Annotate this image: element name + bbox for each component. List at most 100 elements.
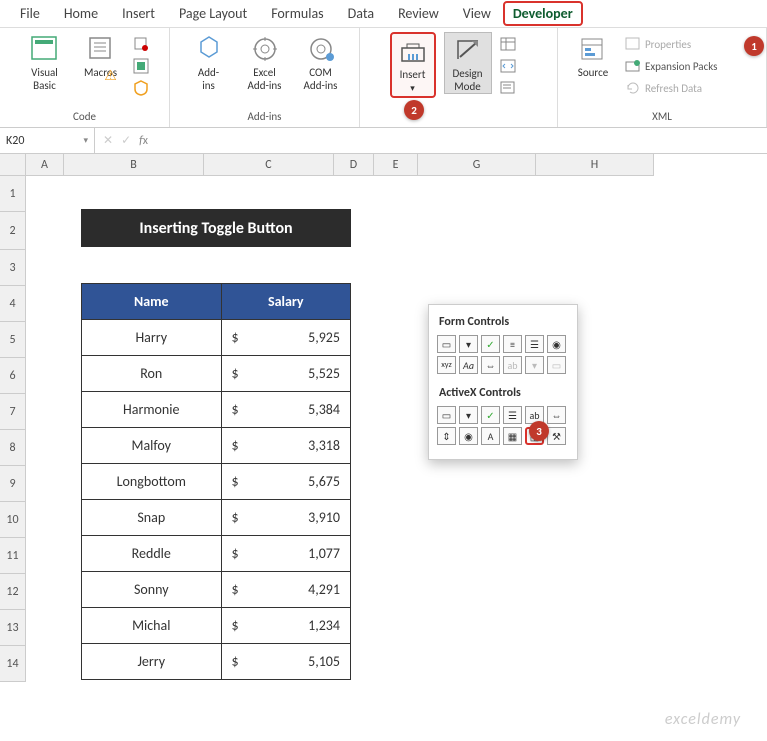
cell-name[interactable]: Jerry bbox=[82, 644, 222, 680]
excel-addins-button[interactable]: Excel Add-ins bbox=[241, 32, 289, 92]
col-header-H[interactable]: H bbox=[536, 154, 654, 176]
col-header-G[interactable]: G bbox=[418, 154, 536, 176]
ax-label-icon[interactable]: A bbox=[481, 427, 500, 445]
cell-salary[interactable]: $5,525 bbox=[221, 356, 350, 392]
ax-more-icon[interactable]: ⚒ bbox=[547, 427, 566, 445]
form-scroll-icon[interactable]: ⇔ bbox=[481, 356, 500, 374]
table-row[interactable]: Sonny$4,291 bbox=[82, 572, 351, 608]
ax-image-icon[interactable]: ▦ bbox=[503, 427, 522, 445]
cell-name[interactable]: Malfoy bbox=[82, 428, 222, 464]
cell-name[interactable]: Sonny bbox=[82, 572, 222, 608]
row-header-13[interactable]: 13 bbox=[0, 610, 26, 646]
run-dialog-button[interactable] bbox=[500, 78, 516, 98]
row-header-4[interactable]: 4 bbox=[0, 286, 26, 322]
addins-button[interactable]: Add- ins bbox=[185, 32, 233, 92]
cell-name[interactable]: Michal bbox=[82, 608, 222, 644]
grid-area[interactable]: Inserting Toggle Button Name Salary Harr… bbox=[26, 176, 767, 682]
row-header-2[interactable]: 2 bbox=[0, 212, 26, 250]
ax-button-icon[interactable]: ▭ bbox=[437, 406, 456, 424]
visual-basic-button[interactable]: Visual Basic bbox=[21, 32, 69, 92]
row-header-11[interactable]: 11 bbox=[0, 538, 26, 574]
form-combo-icon[interactable]: ▾ bbox=[459, 335, 478, 353]
row-header-8[interactable]: 8 bbox=[0, 430, 26, 466]
macro-security-button[interactable] bbox=[133, 78, 149, 98]
cell-salary[interactable]: $1,234 bbox=[221, 608, 350, 644]
table-row[interactable]: Harry$5,925 bbox=[82, 320, 351, 356]
ax-scroll-icon[interactable]: ⇔ bbox=[547, 406, 566, 424]
table-row[interactable]: Ron$5,525 bbox=[82, 356, 351, 392]
cell-salary[interactable]: $3,318 bbox=[221, 428, 350, 464]
form-group-icon[interactable]: xyz bbox=[437, 356, 456, 374]
control-properties-button[interactable] bbox=[500, 34, 516, 54]
table-row[interactable]: Malfoy$3,318 bbox=[82, 428, 351, 464]
refresh-data-button[interactable]: Refresh Data bbox=[625, 78, 755, 98]
cell-salary[interactable]: $5,384 bbox=[221, 392, 350, 428]
col-header-E[interactable]: E bbox=[374, 154, 418, 176]
table-row[interactable]: Harmonie$5,384 bbox=[82, 392, 351, 428]
cell-name[interactable]: Reddle bbox=[82, 536, 222, 572]
cell-salary[interactable]: $4,291 bbox=[221, 572, 350, 608]
form-option-icon[interactable]: ◉ bbox=[547, 335, 566, 353]
col-header-D[interactable]: D bbox=[334, 154, 374, 176]
form-label-icon[interactable]: Aa bbox=[459, 356, 478, 374]
row-header-7[interactable]: 7 bbox=[0, 394, 26, 430]
tab-view[interactable]: View bbox=[451, 1, 503, 26]
ax-checkbox-icon[interactable]: ✓ bbox=[481, 406, 500, 424]
form-edit-icon[interactable]: ▭ bbox=[547, 356, 566, 374]
map-properties-button[interactable]: Properties bbox=[625, 34, 755, 54]
cell-name[interactable]: Harmonie bbox=[82, 392, 222, 428]
cell-salary[interactable]: $5,105 bbox=[221, 644, 350, 680]
com-addins-button[interactable]: COM Add-ins bbox=[297, 32, 345, 92]
tab-page-layout[interactable]: Page Layout bbox=[167, 1, 259, 26]
col-header-B[interactable]: B bbox=[64, 154, 204, 176]
ax-option-icon[interactable]: ◉ bbox=[459, 427, 478, 445]
ax-spin-icon[interactable]: ⇕ bbox=[437, 427, 456, 445]
tab-insert[interactable]: Insert bbox=[110, 1, 167, 26]
design-mode-button[interactable]: Design Mode bbox=[444, 32, 492, 94]
insert-controls-button[interactable]: Insert ▾ bbox=[390, 32, 436, 98]
table-row[interactable]: Jerry$5,105 bbox=[82, 644, 351, 680]
cell-name[interactable]: Ron bbox=[82, 356, 222, 392]
col-header-C[interactable]: C bbox=[204, 154, 334, 176]
cell-name[interactable]: Longbottom bbox=[82, 464, 222, 500]
ax-list-icon[interactable]: ☰ bbox=[503, 406, 522, 424]
col-header-A[interactable]: A bbox=[26, 154, 64, 176]
table-row[interactable]: Snap$3,910 bbox=[82, 500, 351, 536]
name-box[interactable]: K20 ▾ bbox=[0, 128, 95, 153]
row-header-3[interactable]: 3 bbox=[0, 250, 26, 286]
cell-salary[interactable]: $1,077 bbox=[221, 536, 350, 572]
tab-developer[interactable]: Developer bbox=[503, 1, 583, 26]
form-checkbox-icon[interactable]: ✓ bbox=[481, 335, 500, 353]
form-combo2-icon[interactable]: ▾ bbox=[525, 356, 544, 374]
formula-bar[interactable]: ✕ ✓ fx bbox=[95, 133, 156, 148]
expansion-packs-button[interactable]: Expansion Packs bbox=[625, 56, 755, 76]
row-header-9[interactable]: 9 bbox=[0, 466, 26, 502]
row-header-6[interactable]: 6 bbox=[0, 358, 26, 394]
cell-name[interactable]: Snap bbox=[82, 500, 222, 536]
cell-salary[interactable]: $5,925 bbox=[221, 320, 350, 356]
select-all-corner[interactable] bbox=[0, 154, 26, 176]
form-button-icon[interactable]: ▭ bbox=[437, 335, 456, 353]
row-header-10[interactable]: 10 bbox=[0, 502, 26, 538]
record-macro-button[interactable] bbox=[133, 34, 149, 54]
form-spin-icon[interactable]: ≡ bbox=[503, 335, 522, 353]
row-header-5[interactable]: 5 bbox=[0, 322, 26, 358]
form-list-icon[interactable]: ☰ bbox=[525, 335, 544, 353]
row-header-12[interactable]: 12 bbox=[0, 574, 26, 610]
table-row[interactable]: Michal$1,234 bbox=[82, 608, 351, 644]
table-row[interactable]: Longbottom$5,675 bbox=[82, 464, 351, 500]
source-button[interactable]: Source bbox=[569, 32, 617, 79]
table-row[interactable]: Reddle$1,077 bbox=[82, 536, 351, 572]
ax-combo-icon[interactable]: ▾ bbox=[459, 406, 478, 424]
macros-button[interactable]: Macros ⚠ bbox=[77, 32, 125, 98]
row-header-1[interactable]: 1 bbox=[0, 176, 26, 212]
tab-file[interactable]: File bbox=[8, 1, 52, 26]
relative-ref-button[interactable] bbox=[133, 56, 149, 76]
cell-salary[interactable]: $5,675 bbox=[221, 464, 350, 500]
form-text-icon[interactable]: ab bbox=[503, 356, 522, 374]
tab-data[interactable]: Data bbox=[336, 1, 386, 26]
view-code-button[interactable] bbox=[500, 56, 516, 76]
row-header-14[interactable]: 14 bbox=[0, 646, 26, 682]
tab-formulas[interactable]: Formulas bbox=[259, 1, 335, 26]
cell-salary[interactable]: $3,910 bbox=[221, 500, 350, 536]
